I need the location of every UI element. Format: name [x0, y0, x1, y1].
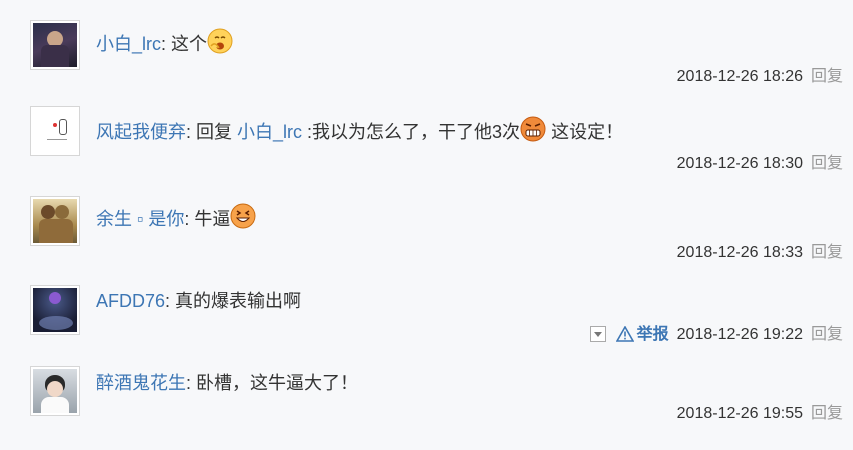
reply-button[interactable]: 回复 [811, 68, 843, 85]
comment-text: 牛逼 [194, 209, 231, 229]
report-label: 举报 [636, 326, 669, 343]
comment-meta: 2018-12-26 19:55 回复 [677, 404, 843, 424]
separator: : [186, 122, 197, 142]
dropdown-toggle-icon[interactable] [589, 326, 606, 342]
avatar[interactable] [30, 196, 80, 246]
comment-meta: 举报 2018-12-26 19:22 回复 [589, 325, 843, 345]
separator: : [165, 291, 176, 311]
comment-meta: 2018-12-26 18:33 回复 [677, 243, 843, 263]
comment-text: 真的爆表输出啊 [175, 291, 302, 311]
avatar[interactable] [30, 366, 80, 416]
comment-text: :我以为怎么了，干了他3次 [302, 122, 521, 142]
separator: : [161, 34, 172, 54]
comment-list: 小白_lrc: 这个 2018-12-26 18:26 回复 风起我便弃: 回复 … [0, 0, 853, 445]
comment-text-after: 这设定！ [546, 122, 624, 142]
comment-item: 余生 ▫ 是你: 牛逼 2018-12-26 18:33 回复 [0, 196, 853, 280]
reply-button[interactable]: 回复 [811, 155, 843, 172]
report-button[interactable]: 举报 [615, 325, 669, 343]
reply-prefix: 回复 [196, 122, 238, 142]
timestamp: 2018-12-26 19:22 [676, 326, 803, 343]
separator: : [186, 373, 197, 393]
grin-face-emoji-icon [230, 203, 256, 229]
comment-text-line: 小白_lrc: 这个 [96, 28, 233, 58]
username-link[interactable]: 小白_lrc [96, 34, 161, 54]
separator: : [184, 209, 195, 229]
reply-to-user-link[interactable]: 小白_lrc [237, 122, 302, 142]
comment-item: 醉酒鬼花生: 卧槽，这牛逼大了！ 2018-12-26 19:55 回复 [0, 366, 853, 450]
avatar[interactable] [30, 106, 80, 156]
timestamp: 2018-12-26 18:33 [676, 244, 803, 261]
avatar[interactable] [30, 20, 80, 70]
username-link[interactable]: 风起我便弃 [96, 122, 186, 142]
username-link[interactable]: AFDD76 [96, 291, 165, 311]
comment-text: 这个 [171, 34, 208, 54]
comment-text-line: 风起我便弃: 回复 小白_lrc :我以为怎么了，干了他3次 这设定！ [96, 116, 623, 146]
comment-item: 风起我便弃: 回复 小白_lrc :我以为怎么了，干了他3次 这设定！ 2018… [0, 106, 853, 190]
reply-button[interactable]: 回复 [811, 405, 843, 422]
comment-meta: 2018-12-26 18:30 回复 [677, 154, 843, 174]
comment-item: 小白_lrc: 这个 2018-12-26 18:26 回复 [0, 20, 853, 104]
comment-item: AFDD76: 真的爆表输出啊 举报 2018-12-26 19:22 回复 [0, 285, 853, 369]
username-link[interactable]: 醉酒鬼花生 [96, 373, 186, 393]
warning-icon [615, 325, 635, 342]
username-link[interactable]: 余生 ▫ 是你 [96, 209, 184, 229]
timestamp: 2018-12-26 19:55 [676, 405, 803, 422]
angry-face-emoji-icon [520, 116, 546, 142]
comment-meta: 2018-12-26 18:26 回复 [677, 67, 843, 87]
comment-text-line: 余生 ▫ 是你: 牛逼 [96, 203, 256, 233]
comment-text: 卧槽，这牛逼大了！ [196, 373, 359, 393]
avatar[interactable] [30, 285, 80, 335]
reply-button[interactable]: 回复 [811, 326, 843, 343]
reply-button[interactable]: 回复 [811, 244, 843, 261]
timestamp: 2018-12-26 18:26 [676, 68, 803, 85]
comment-text-line: AFDD76: 真的爆表输出啊 [96, 287, 301, 315]
comment-tools: 举报 [589, 325, 669, 345]
comment-text-line: 醉酒鬼花生: 卧槽，这牛逼大了！ [96, 369, 358, 397]
yawn-face-emoji-icon [207, 28, 233, 54]
timestamp: 2018-12-26 18:30 [676, 155, 803, 172]
